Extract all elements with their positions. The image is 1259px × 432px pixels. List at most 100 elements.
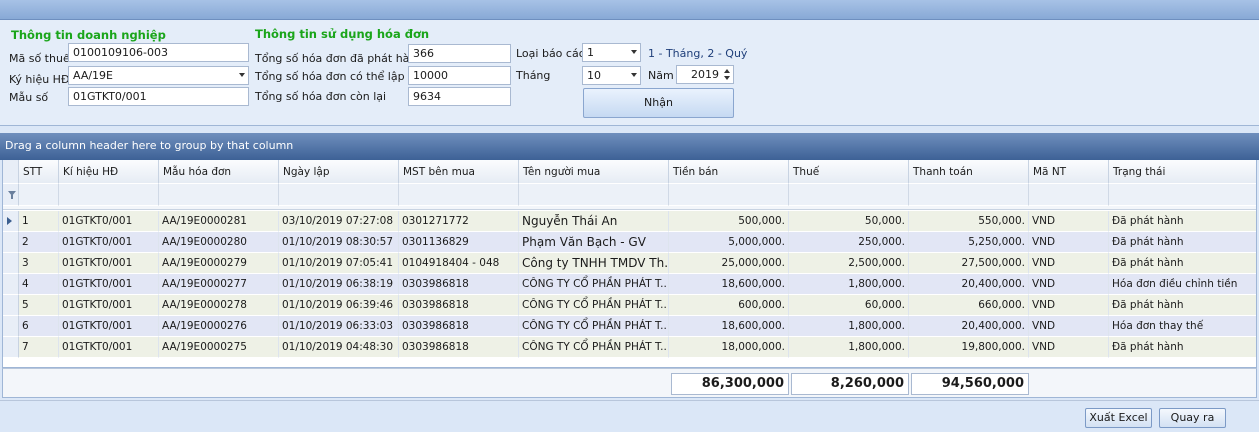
cell-buyer-name[interactable]: CÔNG TY CỔ PHẦN PHÁT T...: [519, 295, 669, 316]
cell-sales[interactable]: 600,000.: [669, 295, 789, 316]
cell-payment[interactable]: 660,000.: [909, 295, 1029, 316]
cell-symbol[interactable]: 01GTKT0/001: [59, 337, 159, 358]
filter-cell[interactable]: [19, 184, 59, 206]
column-header-currency[interactable]: Mã NT: [1029, 160, 1109, 184]
cell-buyer-name[interactable]: Công ty TNHH TMDV Th...: [519, 253, 669, 274]
filter-cell[interactable]: [399, 184, 519, 206]
back-button[interactable]: Quay ra: [1159, 408, 1226, 428]
cell-buyer-name[interactable]: CÔNG TY CỔ PHẦN PHÁT T...: [519, 337, 669, 358]
cell-date[interactable]: 01/10/2019 08:30:57: [279, 232, 399, 253]
cell-template[interactable]: AA/19E0000280: [159, 232, 279, 253]
cell-status[interactable]: Đã phát hành: [1109, 337, 1256, 358]
table-row[interactable]: 6 01GTKT0/001 AA/19E0000276 01/10/2019 06:3…: [3, 316, 1256, 337]
table-row[interactable]: 7 01GTKT0/001 AA/19E0000275 01/10/2019 04:4…: [3, 337, 1256, 358]
cell-currency[interactable]: VND: [1029, 316, 1109, 337]
cell-payment[interactable]: 550,000.: [909, 211, 1029, 232]
cell-payment[interactable]: 20,400,000.: [909, 316, 1029, 337]
cell-sales[interactable]: 18,600,000.: [669, 316, 789, 337]
cell-stt[interactable]: 4: [19, 274, 59, 295]
cell-buyer-name[interactable]: CÔNG TY CỔ PHẦN PHÁT T...: [519, 316, 669, 337]
cell-tax[interactable]: 1,800,000.: [789, 316, 909, 337]
cell-tax[interactable]: 250,000.: [789, 232, 909, 253]
cell-date[interactable]: 01/10/2019 04:48:30: [279, 337, 399, 358]
cell-symbol[interactable]: 01GTKT0/001: [59, 232, 159, 253]
cell-status[interactable]: Đã phát hành: [1109, 211, 1256, 232]
column-header-buyer-name[interactable]: Tên người mua: [519, 160, 669, 184]
cell-buyer-tax[interactable]: 0303986818: [399, 337, 519, 358]
column-header-sales[interactable]: Tiền bán: [669, 160, 789, 184]
cell-buyer-tax[interactable]: 0303986818: [399, 295, 519, 316]
row-indicator[interactable]: [3, 232, 19, 253]
filter-cell[interactable]: [1029, 184, 1109, 206]
cell-tax[interactable]: 1,800,000.: [789, 337, 909, 358]
cell-date[interactable]: 01/10/2019 06:38:19: [279, 274, 399, 295]
cell-currency[interactable]: VND: [1029, 295, 1109, 316]
group-by-panel[interactable]: Drag a column header here to group by th…: [0, 133, 1259, 160]
cell-tax[interactable]: 50,000.: [789, 211, 909, 232]
cell-stt[interactable]: 3: [19, 253, 59, 274]
filter-cell[interactable]: [59, 184, 159, 206]
row-indicator[interactable]: [3, 211, 19, 232]
cell-status[interactable]: Đã phát hành: [1109, 232, 1256, 253]
cell-tax[interactable]: 60,000.: [789, 295, 909, 316]
invoice-symbol-select[interactable]: AA/19E: [68, 66, 249, 85]
chevron-down-icon[interactable]: [239, 73, 245, 77]
issued-count-field[interactable]: 366: [408, 44, 511, 63]
column-header-template[interactable]: Mẫu hóa đơn: [159, 160, 279, 184]
cell-currency[interactable]: VND: [1029, 211, 1109, 232]
filter-cell[interactable]: [669, 184, 789, 206]
submit-button[interactable]: Nhận: [583, 88, 734, 118]
cell-date[interactable]: 01/10/2019 07:05:41: [279, 253, 399, 274]
filter-cell[interactable]: [789, 184, 909, 206]
cell-payment[interactable]: 20,400,000.: [909, 274, 1029, 295]
row-indicator[interactable]: [3, 316, 19, 337]
tax-code-field[interactable]: 0100109106-003: [68, 43, 249, 62]
remaining-count-field[interactable]: 9634: [408, 87, 511, 106]
cell-stt[interactable]: 6: [19, 316, 59, 337]
column-header-date[interactable]: Ngày lập: [279, 160, 399, 184]
cell-buyer-name[interactable]: Phạm Văn Bạch - GV: [519, 232, 669, 253]
cell-template[interactable]: AA/19E0000279: [159, 253, 279, 274]
cell-sales[interactable]: 18,000,000.: [669, 337, 789, 358]
filter-icon[interactable]: [8, 191, 16, 199]
year-spinner[interactable]: 2019: [676, 65, 734, 84]
cell-status[interactable]: Đã phát hành: [1109, 253, 1256, 274]
cell-template[interactable]: AA/19E0000278: [159, 295, 279, 316]
column-header-symbol[interactable]: Kí hiệu HĐ: [59, 160, 159, 184]
filter-cell[interactable]: [909, 184, 1029, 206]
cell-symbol[interactable]: 01GTKT0/001: [59, 211, 159, 232]
column-header-payment[interactable]: Thanh toán: [909, 160, 1029, 184]
cell-sales[interactable]: 25,000,000.: [669, 253, 789, 274]
table-row[interactable]: 2 01GTKT0/001 AA/19E0000280 01/10/2019 08:3…: [3, 232, 1256, 253]
cell-stt[interactable]: 7: [19, 337, 59, 358]
cell-buyer-name[interactable]: CÔNG TY CỔ PHẦN PHÁT T...: [519, 274, 669, 295]
table-row[interactable]: 1 01GTKT0/001 AA/19E0000281 03/10/2019 07:2…: [3, 211, 1256, 232]
filter-cell[interactable]: [159, 184, 279, 206]
row-indicator[interactable]: [3, 295, 19, 316]
cell-template[interactable]: AA/19E0000276: [159, 316, 279, 337]
cell-buyer-tax[interactable]: 0303986818: [399, 274, 519, 295]
row-indicator[interactable]: [3, 337, 19, 358]
cell-sales[interactable]: 18,600,000.: [669, 274, 789, 295]
cell-sales[interactable]: 500,000.: [669, 211, 789, 232]
table-row[interactable]: 4 01GTKT0/001 AA/19E0000277 01/10/2019 06:3…: [3, 274, 1256, 295]
report-type-select[interactable]: 1: [582, 43, 641, 62]
cell-sales[interactable]: 5,000,000.: [669, 232, 789, 253]
row-indicator[interactable]: [3, 253, 19, 274]
cell-status[interactable]: Đã phát hành: [1109, 295, 1256, 316]
cell-payment[interactable]: 27,500,000.: [909, 253, 1029, 274]
cell-date[interactable]: 01/10/2019 06:33:03: [279, 316, 399, 337]
filter-cell[interactable]: [1109, 184, 1256, 206]
cell-stt[interactable]: 1: [19, 211, 59, 232]
available-count-field[interactable]: 10000: [408, 66, 511, 85]
table-row[interactable]: 5 01GTKT0/001 AA/19E0000278 01/10/2019 06:3…: [3, 295, 1256, 316]
cell-currency[interactable]: VND: [1029, 253, 1109, 274]
column-header-buyer-tax[interactable]: MST bên mua: [399, 160, 519, 184]
cell-symbol[interactable]: 01GTKT0/001: [59, 274, 159, 295]
cell-buyer-tax[interactable]: 0301271772: [399, 211, 519, 232]
cell-status[interactable]: Hóa đơn điều chỉnh tiền: [1109, 274, 1256, 295]
cell-stt[interactable]: 2: [19, 232, 59, 253]
column-header-tax[interactable]: Thuế: [789, 160, 909, 184]
row-indicator[interactable]: [3, 274, 19, 295]
cell-status[interactable]: Hóa đơn thay thế: [1109, 316, 1256, 337]
